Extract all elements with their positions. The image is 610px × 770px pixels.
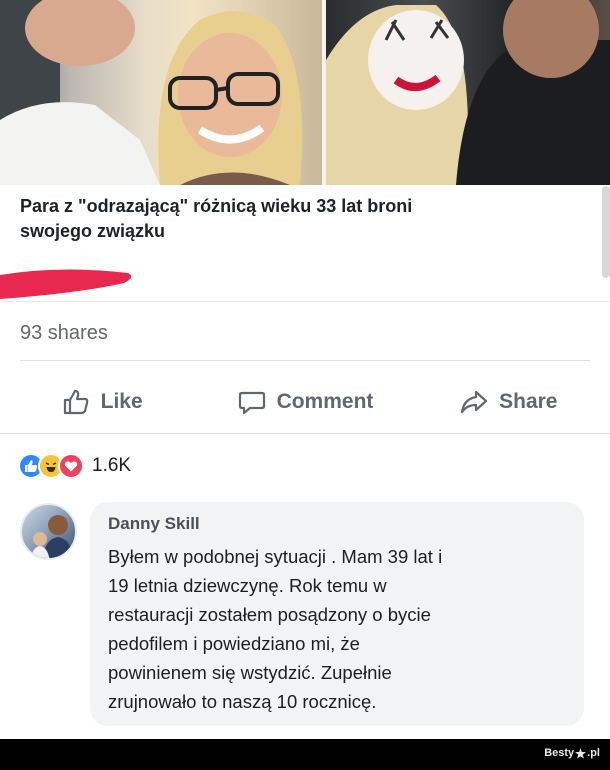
reaction-icons [18, 453, 84, 479]
comment-text-line: restauracji zostałem posądzony o bycie [108, 604, 431, 625]
comment-text-line: Byłem w podobnej sytuacji . Mam 39 lat i [108, 546, 443, 567]
comment-label: Comment [276, 390, 374, 413]
comment-text-line: pedofilem i powiedziano mi, że [108, 633, 360, 654]
reactions-summary[interactable]: 1.6K [18, 452, 131, 480]
comment-button[interactable]: Comment [203, 380, 406, 424]
comment-author[interactable]: Danny Skill [108, 514, 566, 534]
footer-bar: Besty .pl [0, 739, 610, 770]
couple-photo-right [325, 0, 610, 185]
post-title-line-2: swojego związku [20, 221, 166, 241]
scrollbar[interactable] [602, 186, 610, 278]
speech-bubble-icon [238, 391, 265, 415]
share-arrow-icon [461, 390, 488, 414]
comment-bubble: Danny Skill Byłem w podobnej sytuacji . … [90, 502, 584, 726]
thumbs-up-icon [63, 389, 88, 415]
divider [0, 301, 610, 302]
share-label: Share [499, 390, 558, 413]
like-label: Like [100, 390, 143, 413]
like-button[interactable]: Like [0, 380, 203, 424]
action-bar: Like Comment Share [0, 380, 610, 424]
couple-photo-left [0, 0, 322, 185]
site-logo[interactable]: Besty .pl [544, 747, 600, 759]
red-highlight-mark [0, 269, 132, 299]
divider [20, 360, 590, 361]
divider [0, 433, 610, 434]
site-logo-text: Besty [544, 747, 575, 759]
post-title-line-1: Para z "odrazającą" różnicą wieku 33 lat… [20, 196, 413, 216]
comment-text-line: powinienem się wstydzić. Zupełnie [108, 662, 392, 683]
comment-text-line: 19 letnia dziewczynę. Rok temu w [108, 575, 387, 596]
post-title[interactable]: Para z "odrazającą" różnicą wieku 33 lat… [20, 194, 580, 244]
comment-text-line: zrujnowało to naszą 10 rocznicę. [108, 691, 377, 712]
post-image[interactable] [0, 0, 610, 185]
star-icon [575, 747, 587, 759]
share-button[interactable]: Share [407, 380, 610, 424]
avatar[interactable] [20, 503, 77, 560]
site-logo-suffix: .pl [587, 747, 600, 759]
love-icon [58, 453, 84, 479]
shares-count[interactable]: 93 shares [20, 322, 108, 345]
reaction-count: 1.6K [92, 455, 132, 476]
